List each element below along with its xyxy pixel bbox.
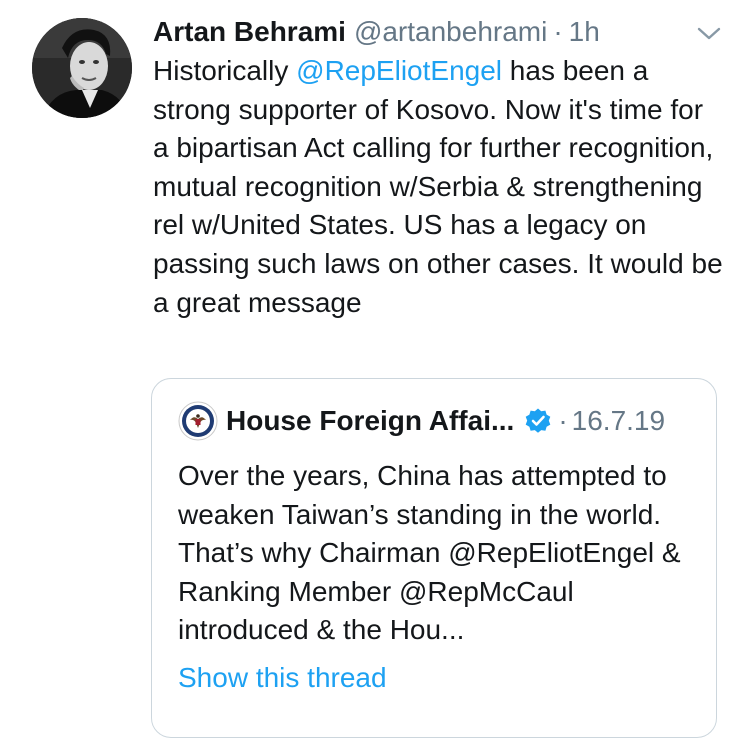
quoted-tweet-card[interactable]: House Foreign Affai... · 16.7.19 Over th… — [151, 378, 717, 738]
tweet-text-rest: has been a strong supporter of Kosovo. N… — [153, 55, 723, 318]
show-thread-link[interactable]: Show this thread — [178, 659, 387, 697]
chevron-down-icon[interactable] — [696, 22, 722, 44]
separator-dot: · — [553, 16, 563, 47]
profile-photo-icon — [32, 18, 132, 118]
quoted-separator-dot: · — [558, 405, 568, 436]
mention-link[interactable]: @RepEliotEngel — [296, 55, 502, 86]
quoted-author-name[interactable]: House Foreign Affai... — [226, 405, 514, 437]
tweet-header: Artan Behrami @artanbehrami · 1h — [153, 14, 600, 50]
quoted-tweet-text: Over the years, China has attempted to w… — [178, 460, 681, 646]
tweet-text-start: Historically — [153, 55, 297, 86]
quoted-tweet-header: House Foreign Affai... · 16.7.19 — [178, 401, 665, 441]
tweet[interactable]: Artan Behrami @artanbehrami · 1h Histori… — [0, 0, 750, 738]
verified-badge-icon — [526, 408, 551, 433]
quoted-tweet-date[interactable]: 16.7.19 — [572, 405, 665, 437]
author-name[interactable]: Artan Behrami — [153, 14, 346, 50]
author-handle[interactable]: @artanbehrami — [354, 14, 547, 50]
house-seal-icon[interactable] — [178, 401, 218, 441]
tweet-time[interactable]: 1h — [569, 14, 600, 50]
author-avatar[interactable] — [32, 18, 132, 118]
tweet-text: Historically @RepEliotEngel has been a s… — [153, 52, 723, 322]
